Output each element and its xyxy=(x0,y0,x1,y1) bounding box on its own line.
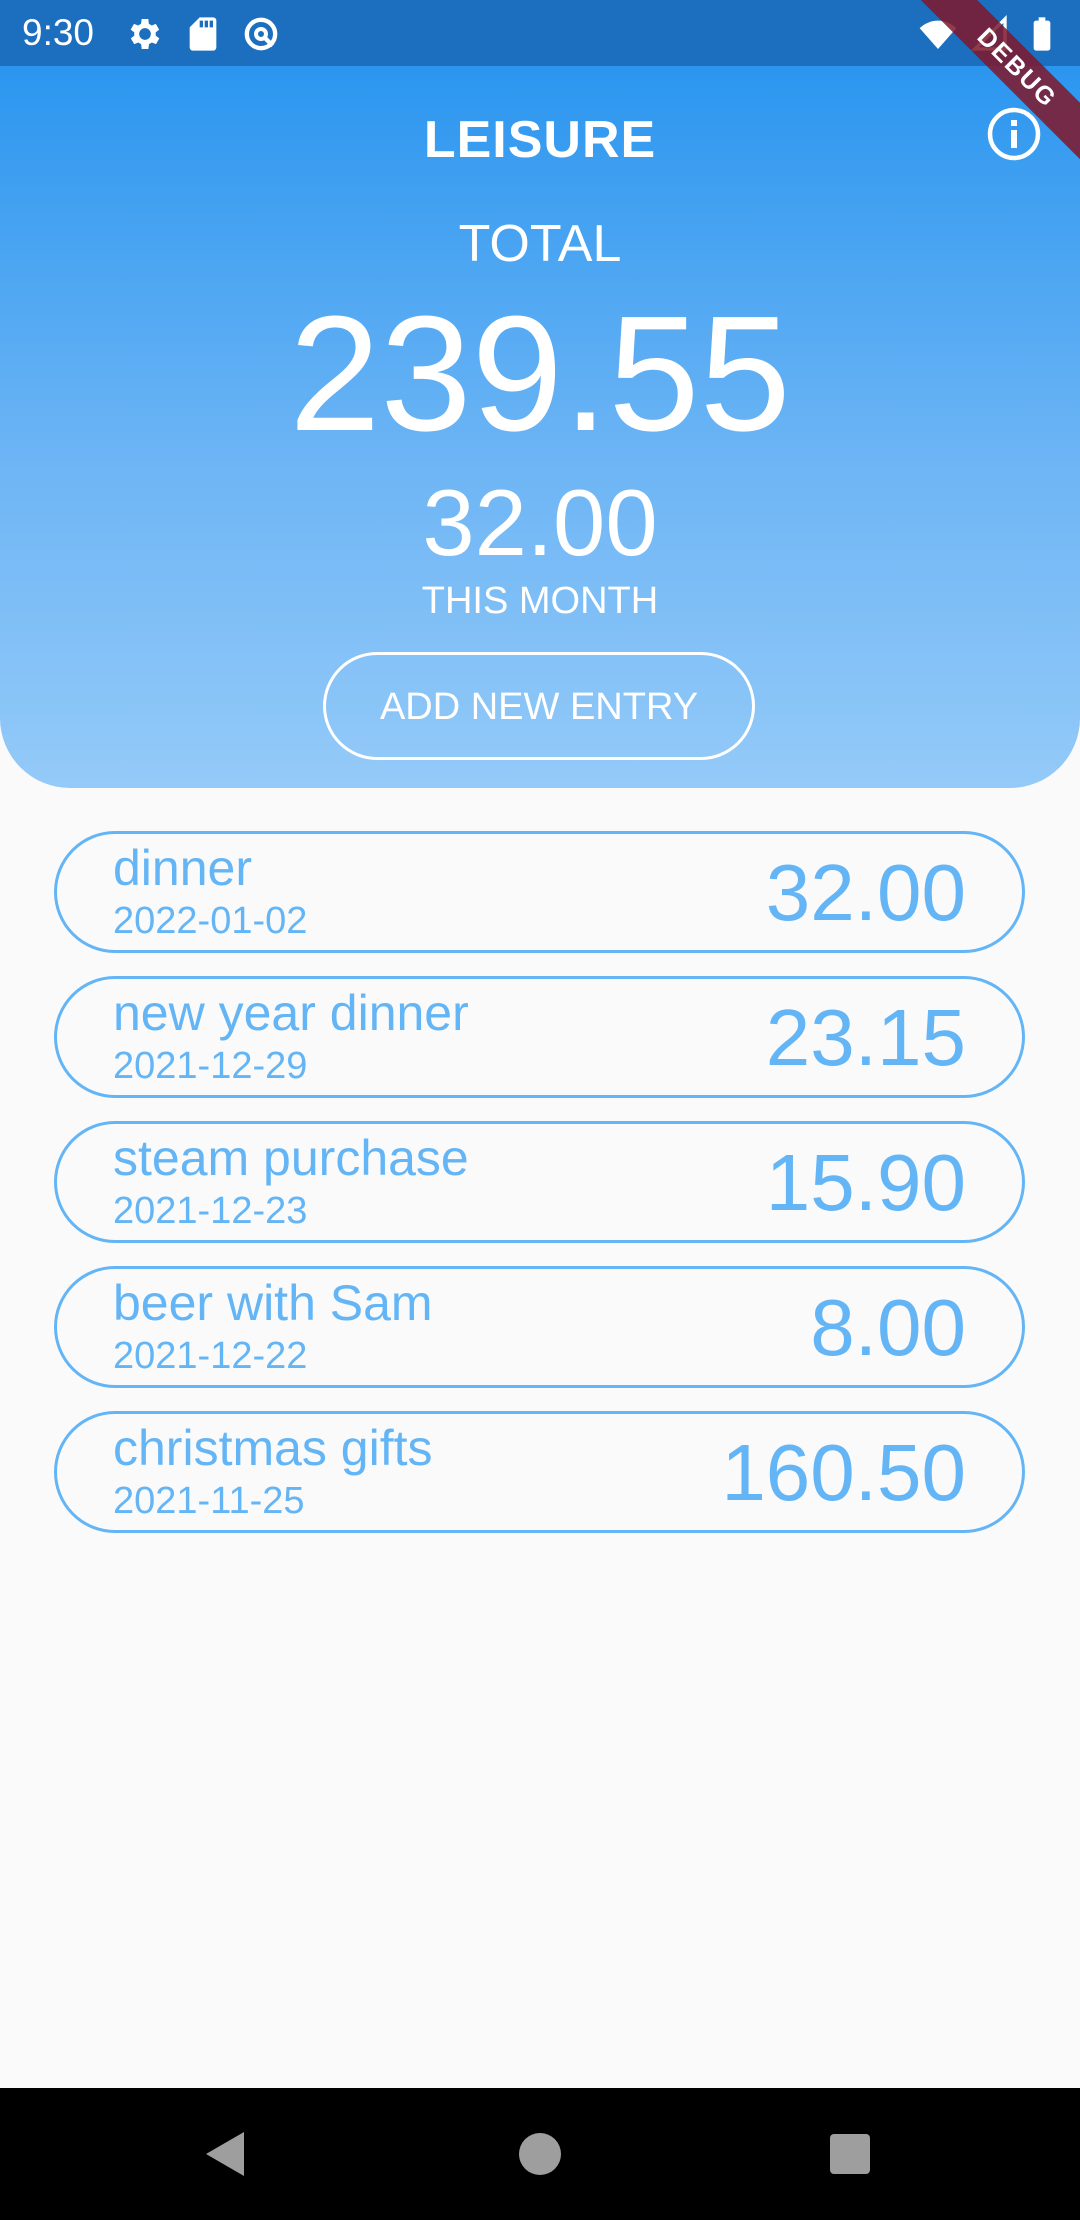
entry-date: 2021-11-25 xyxy=(113,1480,305,1522)
entry-date: 2022-01-02 xyxy=(113,900,308,942)
list-item[interactable]: christmas gifts 2021-11-25 160.50 xyxy=(54,1411,1025,1533)
list-item[interactable]: steam purchase 2021-12-23 15.90 xyxy=(54,1121,1025,1243)
add-new-entry-button[interactable]: ADD NEW ENTRY xyxy=(323,652,755,760)
status-icons-left xyxy=(125,14,281,54)
data-saver-icon xyxy=(241,14,281,54)
entry-amount: 8.00 xyxy=(810,1283,966,1372)
recents-icon[interactable] xyxy=(822,2126,878,2182)
back-icon[interactable] xyxy=(198,2126,254,2182)
list-item[interactable]: dinner 2022-01-02 32.00 xyxy=(54,831,1025,953)
month-value: 32.00 xyxy=(422,470,658,575)
entry-date: 2021-12-22 xyxy=(113,1335,308,1377)
entry-date: 2021-12-23 xyxy=(113,1190,308,1232)
status-bar: 9:30 xyxy=(0,0,1080,66)
entry-name: steam purchase xyxy=(113,1130,469,1186)
sd-card-icon xyxy=(183,14,223,54)
entries-list: dinner 2022-01-02 32.00 new year dinner … xyxy=(54,831,1025,1556)
entry-amount: 15.90 xyxy=(765,1138,966,1227)
info-button[interactable] xyxy=(986,106,1042,162)
entry-name: christmas gifts xyxy=(113,1420,433,1476)
entry-amount: 160.50 xyxy=(721,1428,966,1517)
entry-amount: 32.00 xyxy=(765,848,966,937)
battery-icon xyxy=(1022,14,1062,54)
status-time: 9:30 xyxy=(22,12,95,53)
system-nav-bar xyxy=(0,2088,1080,2220)
total-value: 239.55 xyxy=(289,282,791,465)
entry-name: new year dinner xyxy=(113,985,469,1041)
month-label: THIS MONTH xyxy=(421,580,659,622)
home-icon[interactable] xyxy=(512,2126,568,2182)
summary-header: LEISURE TOTAL 239.55 32.00 THIS MONTH AD… xyxy=(0,66,1080,788)
total-label: TOTAL xyxy=(458,215,622,273)
list-item[interactable]: new year dinner 2021-12-29 23.15 xyxy=(54,976,1025,1098)
list-item[interactable]: beer with Sam 2021-12-22 8.00 xyxy=(54,1266,1025,1388)
info-icon xyxy=(986,107,1042,166)
gear-icon xyxy=(125,14,165,54)
entry-name: beer with Sam xyxy=(113,1275,433,1331)
page-title: LEISURE xyxy=(423,111,657,169)
entry-date: 2021-12-29 xyxy=(113,1045,308,1087)
app-screen: 9:30 DEBUG LEISURE TOTAL 239.55 32.00 TH… xyxy=(0,0,1080,2220)
entry-amount: 23.15 xyxy=(765,993,966,1082)
entry-name: dinner xyxy=(113,840,252,896)
